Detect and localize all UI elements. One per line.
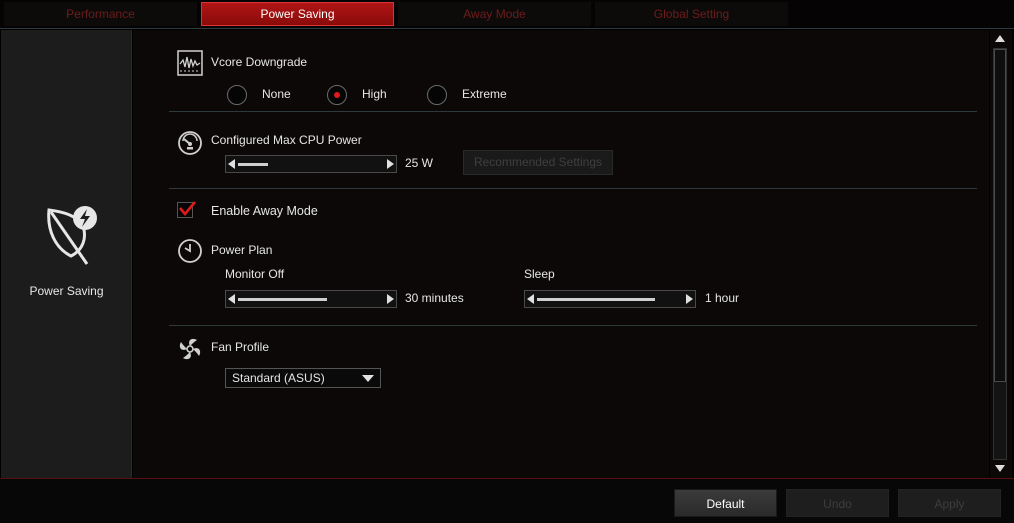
tab-power-saving[interactable]: Power Saving <box>201 2 394 26</box>
main-panel: Vcore Downgrade None High Extreme Config… <box>133 30 989 478</box>
vcore-title: Vcore Downgrade <box>211 55 308 69</box>
monitor-off-label: Monitor Off <box>225 267 285 281</box>
sleep-value: 1 hour <box>705 291 740 305</box>
sleep-label: Sleep <box>524 267 555 281</box>
sidebar-label: Power Saving <box>29 284 104 298</box>
sidebar: Power Saving <box>1 30 132 478</box>
vcore-option-none-label: None <box>262 87 291 101</box>
vcore-option-high-label: High <box>362 87 387 101</box>
cpu-power-value: 25 W <box>405 156 434 170</box>
divider <box>169 188 977 189</box>
sleep-slider[interactable] <box>524 290 696 308</box>
gauge-icon <box>177 130 203 156</box>
scrollbar-thumb[interactable] <box>994 49 1006 382</box>
recommended-settings-button[interactable]: Recommended Settings <box>463 150 613 175</box>
fan-profile-title: Fan Profile <box>211 340 270 354</box>
scrollbar-track[interactable] <box>993 48 1007 460</box>
clock-icon <box>177 238 203 264</box>
monitor-off-value: 30 minutes <box>405 291 464 305</box>
slider-track <box>537 298 655 301</box>
apply-button[interactable]: Apply <box>898 489 1001 517</box>
scrollbar[interactable] <box>990 30 1012 478</box>
tab-performance[interactable]: Performance <box>4 2 197 26</box>
slider-right-arrow-icon[interactable] <box>387 159 394 169</box>
slider-left-arrow-icon[interactable] <box>228 294 235 304</box>
slider-track <box>238 298 327 301</box>
default-button[interactable]: Default <box>674 489 777 517</box>
fan-profile-selected: Standard (ASUS) <box>232 371 325 385</box>
vcore-option-extreme[interactable] <box>427 85 447 105</box>
slider-right-arrow-icon[interactable] <box>387 294 394 304</box>
tab-away-mode[interactable]: Away Mode <box>398 2 591 26</box>
scroll-up-icon[interactable] <box>992 32 1009 46</box>
slider-right-arrow-icon[interactable] <box>686 294 693 304</box>
slider-left-arrow-icon[interactable] <box>228 159 235 169</box>
divider <box>169 325 977 326</box>
tab-global-setting[interactable]: Global Setting <box>595 2 788 26</box>
cpu-power-slider[interactable] <box>225 155 397 173</box>
away-mode-label: Enable Away Mode <box>211 204 318 218</box>
cpu-power-title: Configured Max CPU Power <box>211 133 362 147</box>
scroll-down-icon[interactable] <box>992 462 1009 476</box>
power-plan-title: Power Plan <box>211 243 273 257</box>
leaf-lightning-icon <box>41 202 101 268</box>
fan-profile-select[interactable]: Standard (ASUS) <box>225 368 381 388</box>
away-mode-checkbox[interactable] <box>177 201 196 218</box>
monitor-off-slider[interactable] <box>225 290 397 308</box>
vcore-option-extreme-label: Extreme <box>462 87 507 101</box>
slider-track <box>238 163 268 166</box>
vcore-option-none[interactable] <box>227 85 247 105</box>
footer-bar: Default Undo Apply <box>0 478 1014 523</box>
checkmark-icon <box>179 201 196 217</box>
waveform-chip-icon <box>177 50 203 76</box>
tab-bar: Performance Power Saving Away Mode Globa… <box>0 0 1014 29</box>
chevron-down-icon <box>362 375 374 382</box>
vcore-option-high[interactable] <box>327 85 347 105</box>
fan-icon <box>177 336 203 362</box>
undo-button[interactable]: Undo <box>786 489 889 517</box>
divider <box>169 111 977 112</box>
slider-left-arrow-icon[interactable] <box>527 294 534 304</box>
